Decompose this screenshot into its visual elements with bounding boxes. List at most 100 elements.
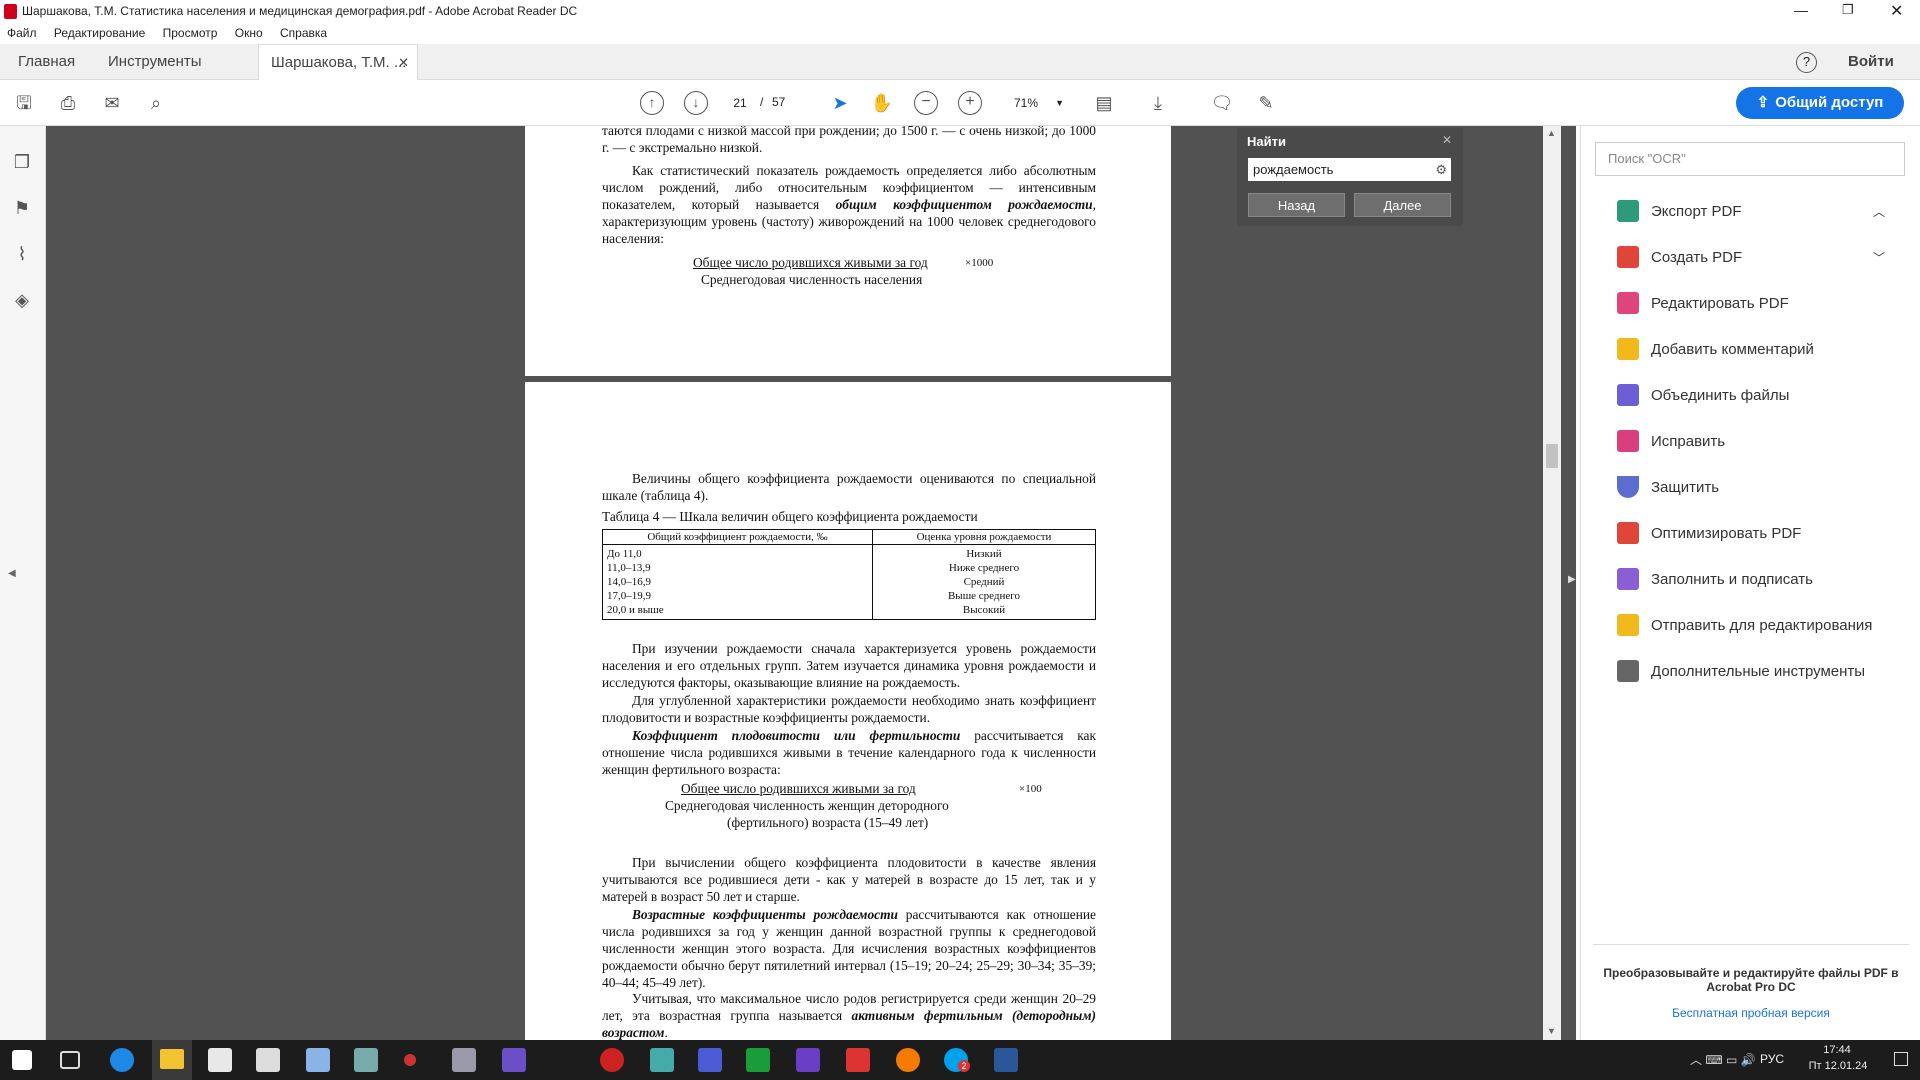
combine-files-icon (1617, 384, 1639, 406)
tool-label: Добавить комментарий (1651, 340, 1814, 358)
firefox-icon[interactable] (896, 1048, 920, 1072)
notification-icon[interactable] (1894, 1052, 1908, 1066)
tool-send-review[interactable]: Отправить для редактирования (1617, 610, 1872, 640)
sign-icon[interactable]: ✎ (1254, 91, 1278, 115)
pages-icon[interactable]: ❐ (10, 150, 34, 174)
tool-redact[interactable]: Исправить (1617, 426, 1725, 456)
app-icon-1[interactable] (354, 1048, 378, 1072)
minimize-button[interactable]: — (1794, 2, 1808, 18)
share-button[interactable]: ⇪ Общий доступ (1736, 87, 1904, 119)
find-input[interactable]: рождаемость ⚙ (1248, 158, 1451, 181)
login-button[interactable]: Войти (1848, 53, 1894, 70)
collapse-left-icon[interactable]: ◀ (8, 568, 16, 579)
chevron-up-icon[interactable]: ︿ (1873, 203, 1885, 220)
hand-tool-icon[interactable]: ✋ (870, 91, 894, 115)
clock-date[interactable]: Пт 12.01.24 (1804, 1060, 1872, 1072)
tool-label: Дополнительные инструменты (1651, 662, 1866, 680)
notepad-icon[interactable] (306, 1048, 330, 1072)
help-icon[interactable]: ? (1796, 52, 1817, 73)
page-layout-icon[interactable]: ▤ (1092, 91, 1116, 115)
app-icon-5[interactable] (600, 1048, 624, 1072)
clock-time[interactable]: 17:44 (1812, 1044, 1862, 1056)
vertical-scrollbar[interactable]: ▲ ▼ (1543, 126, 1561, 1040)
word-icon[interactable] (994, 1048, 1018, 1072)
tool-fill-sign[interactable]: Заполнить и подписать (1617, 564, 1813, 594)
menu-help[interactable]: Справка (280, 26, 327, 40)
create-pdf-icon (1617, 246, 1639, 268)
app-icon-4[interactable] (502, 1048, 526, 1072)
system-tray-icons[interactable]: ︿ ⌨ ▭ 🔊 (1690, 1051, 1756, 1068)
windows-start-icon[interactable] (12, 1050, 32, 1070)
language-indicator[interactable]: РУС (1760, 1052, 1784, 1066)
paragraph: Коэффициент плодовитости или фертильност… (602, 728, 1096, 777)
layers-icon[interactable]: ◈ (10, 288, 34, 312)
tool-more-tools[interactable]: Дополнительные инструменты (1617, 656, 1865, 686)
find-close-icon[interactable]: ✕ (1442, 133, 1452, 147)
tool-create-pdf[interactable]: Создать PDF ﹀ (1617, 242, 1885, 272)
store-icon[interactable] (256, 1048, 280, 1072)
print-icon[interactable]: ⎙ (56, 91, 80, 115)
task-view-icon[interactable] (60, 1051, 80, 1069)
edge-browser-icon[interactable] (110, 1048, 134, 1072)
send-review-icon (1617, 614, 1639, 636)
email-icon[interactable]: ✉ (100, 91, 124, 115)
ocr-search-input[interactable]: Поиск "OCR" (1595, 142, 1905, 176)
menu-window[interactable]: Окно (235, 26, 263, 40)
zoom-select[interactable]: 71% ▼ (1006, 93, 1066, 113)
skype-icon[interactable]: 2 (944, 1048, 970, 1072)
tab-document[interactable]: Шаршакова, Т.М. ... ✕ (258, 44, 418, 80)
mail-icon[interactable] (208, 1048, 232, 1072)
collapse-right-icon[interactable]: ▶ (1568, 574, 1576, 585)
chevron-down-icon[interactable]: ﹀ (1873, 249, 1885, 266)
menu-view[interactable]: Просмотр (163, 26, 218, 40)
comment-icon[interactable]: 🗨 (1210, 91, 1234, 115)
close-window-button[interactable]: ✕ (1890, 1, 1903, 21)
document-viewer[interactable]: таются плодами с низкой массой при рожде… (46, 126, 1576, 1040)
app-icon-6[interactable] (650, 1048, 674, 1072)
app-icon-3[interactable] (452, 1048, 476, 1072)
tool-export-pdf[interactable]: Экспорт PDF ︿ (1617, 196, 1885, 226)
pdf-page: Величины общего коэффициента рождаемости… (525, 382, 1171, 1040)
scroll-up-icon[interactable]: ▲ (1547, 128, 1556, 138)
tool-add-comment[interactable]: Добавить комментарий (1617, 334, 1814, 364)
tab-home[interactable]: Главная (18, 44, 75, 80)
zoom-in-icon[interactable]: + (958, 91, 982, 115)
search-icon[interactable]: ⌕ (144, 91, 168, 115)
menu-edit[interactable]: Редактирование (54, 26, 145, 40)
restore-button[interactable]: ❐ (1842, 2, 1854, 18)
paragraph: Учитывая, что максимальное число родов р… (602, 991, 1096, 1040)
find-next-button[interactable]: Далее (1354, 193, 1451, 217)
close-tab-icon[interactable]: ✕ (398, 45, 409, 81)
app-icon-8[interactable] (746, 1048, 770, 1072)
bookmark-icon[interactable]: ⚑ (10, 196, 34, 220)
scroll-thumb[interactable] (1546, 444, 1558, 468)
next-page-icon[interactable]: ↓ (684, 91, 708, 115)
attachment-icon[interactable]: ⌇ (10, 242, 34, 266)
zoom-out-icon[interactable]: − (914, 91, 938, 115)
scroll-down-icon[interactable]: ▼ (1547, 1026, 1556, 1036)
trial-link[interactable]: Бесплатная пробная версия (1601, 1006, 1901, 1020)
tab-tools[interactable]: Инструменты (108, 44, 202, 80)
menu-file[interactable]: Файл (7, 26, 37, 40)
find-back-button[interactable]: Назад (1248, 193, 1345, 217)
tool-optimize-pdf[interactable]: Оптимизировать PDF (1617, 518, 1801, 548)
tool-protect[interactable]: Защитить (1617, 472, 1719, 502)
window-title: Шаршакова, Т.М. Статистика населения и м… (22, 4, 578, 18)
settings-gear-icon[interactable]: ⚙ (1435, 158, 1447, 181)
save-icon[interactable]: 🖫 (12, 91, 36, 115)
table-cell: Ниже среднего (948, 562, 1020, 574)
page-number-input[interactable]: 21 (726, 93, 754, 113)
prev-page-icon[interactable]: ↑ (640, 91, 664, 115)
app-icon-2[interactable] (404, 1054, 416, 1066)
app-icon-9[interactable] (796, 1048, 820, 1072)
tool-label: Отправить для редактирования (1651, 616, 1873, 634)
table-cell: Высокий (962, 604, 1006, 616)
scroll-mode-icon[interactable]: ⤓ (1146, 91, 1170, 115)
file-explorer-button[interactable] (152, 1040, 192, 1080)
tool-edit-pdf[interactable]: Редактировать PDF (1617, 288, 1789, 318)
acrobat-taskbar-icon[interactable] (846, 1048, 870, 1072)
tool-combine-files[interactable]: Объединить файлы (1617, 380, 1789, 410)
tool-label: Объединить файлы (1651, 386, 1790, 404)
app-icon-7[interactable] (698, 1048, 722, 1072)
select-tool-icon[interactable]: ➤ (828, 91, 852, 115)
